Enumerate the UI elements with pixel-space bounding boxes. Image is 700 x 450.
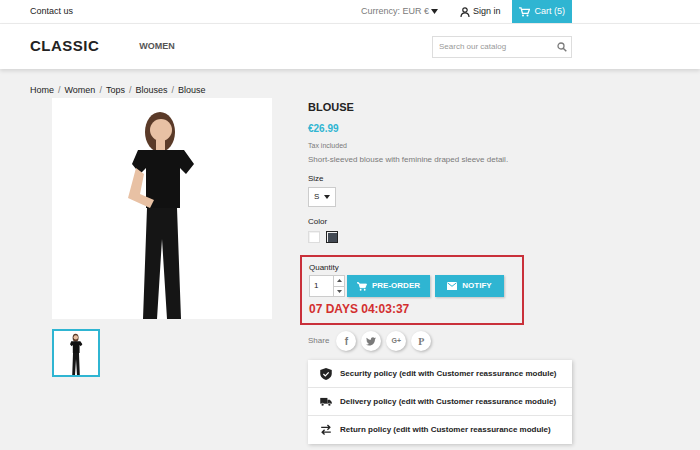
sign-in-label[interactable]: Sign in xyxy=(473,5,501,19)
quantity-field xyxy=(309,275,345,297)
preorder-button[interactable]: PRE-ORDER xyxy=(347,275,430,297)
preorder-label[interactable]: PRE-ORDER xyxy=(372,280,420,292)
product-price: €26.99 xyxy=(308,123,572,135)
search-icon[interactable] xyxy=(557,42,567,52)
quantity-label: Quantity xyxy=(309,263,515,273)
twitter-icon xyxy=(366,337,376,346)
delivery-icon xyxy=(320,396,332,408)
header: CLASSIC WOMEN xyxy=(0,24,700,69)
user-icon xyxy=(460,7,470,17)
cart-icon xyxy=(357,282,367,291)
size-label: Size xyxy=(308,173,572,184)
reassurance-label: Delivery policy (edit with Customer reas… xyxy=(340,396,556,408)
color-swatch[interactable] xyxy=(308,231,320,243)
product-title: BLOUSE xyxy=(308,100,572,114)
down-arrow-icon xyxy=(337,290,342,293)
facebook-share-button[interactable]: f xyxy=(336,331,356,351)
product-description: Short-sleeved blouse with feminine drape… xyxy=(308,154,572,165)
size-value: S xyxy=(314,191,319,203)
logo[interactable]: CLASSIC xyxy=(30,35,99,58)
reassurance-row[interactable]: Security policy (edit with Customer reas… xyxy=(308,360,572,388)
pinterest-share-button[interactable]: P xyxy=(411,331,431,351)
swatch-fill xyxy=(328,233,337,242)
search-input[interactable] xyxy=(439,41,557,53)
quantity-input[interactable] xyxy=(310,276,333,296)
breadcrumb-separator: / xyxy=(171,84,174,96)
decrease-button[interactable] xyxy=(334,287,344,297)
main-menu: WOMEN xyxy=(139,40,175,54)
reassurance-row[interactable]: Delivery policy (edit with Customer reas… xyxy=(308,388,572,416)
cart-icon xyxy=(519,7,530,17)
caret-icon xyxy=(324,195,330,199)
color-label: Color xyxy=(308,216,572,227)
pinterest-icon: P xyxy=(418,334,424,349)
product-image[interactable] xyxy=(52,98,272,319)
breadcrumb-item[interactable]: Blouse xyxy=(178,84,206,96)
up-arrow-icon xyxy=(337,279,342,282)
countdown: 07 DAYS 04:03:37 xyxy=(309,302,515,317)
breadcrumb: Home/Women/Tops/Blouses/Blouse xyxy=(0,69,700,98)
size-select[interactable]: S xyxy=(308,187,336,207)
breadcrumb-item[interactable]: Home xyxy=(30,84,54,96)
swatch-fill xyxy=(310,233,319,242)
return-icon xyxy=(320,424,332,436)
cart-label[interactable]: Cart (5) xyxy=(534,5,565,19)
currency-selector[interactable]: Currency: EUR € xyxy=(361,5,438,19)
breadcrumb-separator: / xyxy=(99,84,102,96)
increase-button[interactable] xyxy=(334,276,344,287)
googleplus-share-button[interactable]: G+ xyxy=(386,331,406,351)
envelope-icon xyxy=(447,282,457,290)
reassurance-row[interactable]: Return policy (edit with Customer reassu… xyxy=(308,416,572,444)
cart-button[interactable]: Cart (5) xyxy=(512,0,572,23)
color-swatches xyxy=(308,231,572,243)
breadcrumb-separator: / xyxy=(58,84,61,96)
top-bar: Contact us Currency: EUR € Sign in Cart … xyxy=(0,0,700,24)
tax-note: Tax included xyxy=(308,141,572,150)
contact-link[interactable]: Contact us xyxy=(30,5,73,19)
reassurance-label: Return policy (edit with Customer reassu… xyxy=(340,424,551,436)
reassurance-label: Security policy (edit with Customer reas… xyxy=(340,368,557,380)
search-box xyxy=(432,36,572,58)
facebook-icon: f xyxy=(345,334,348,349)
breadcrumb-item[interactable]: Women xyxy=(65,84,96,96)
googleplus-icon: G+ xyxy=(392,336,402,347)
share-label: Share xyxy=(308,335,329,347)
preorder-box: Quantity PRE-ORDER NOTIFY xyxy=(300,255,524,325)
breadcrumb-separator: / xyxy=(129,84,132,96)
caret-icon xyxy=(431,9,438,14)
sign-in-link[interactable]: Sign in xyxy=(460,5,501,19)
breadcrumb-item[interactable]: Blouses xyxy=(135,84,167,96)
notify-button[interactable]: NOTIFY xyxy=(435,275,504,297)
notify-label[interactable]: NOTIFY xyxy=(462,280,491,292)
product-thumbnail[interactable] xyxy=(52,329,100,377)
breadcrumb-item[interactable]: Tops xyxy=(106,84,125,96)
color-swatch[interactable] xyxy=(326,231,338,243)
security-icon xyxy=(320,368,332,380)
menu-item[interactable]: WOMEN xyxy=(139,40,175,54)
twitter-share-button[interactable] xyxy=(361,331,381,351)
reassurance-block: Security policy (edit with Customer reas… xyxy=(308,360,572,444)
currency-label[interactable]: Currency: EUR € xyxy=(361,5,429,19)
